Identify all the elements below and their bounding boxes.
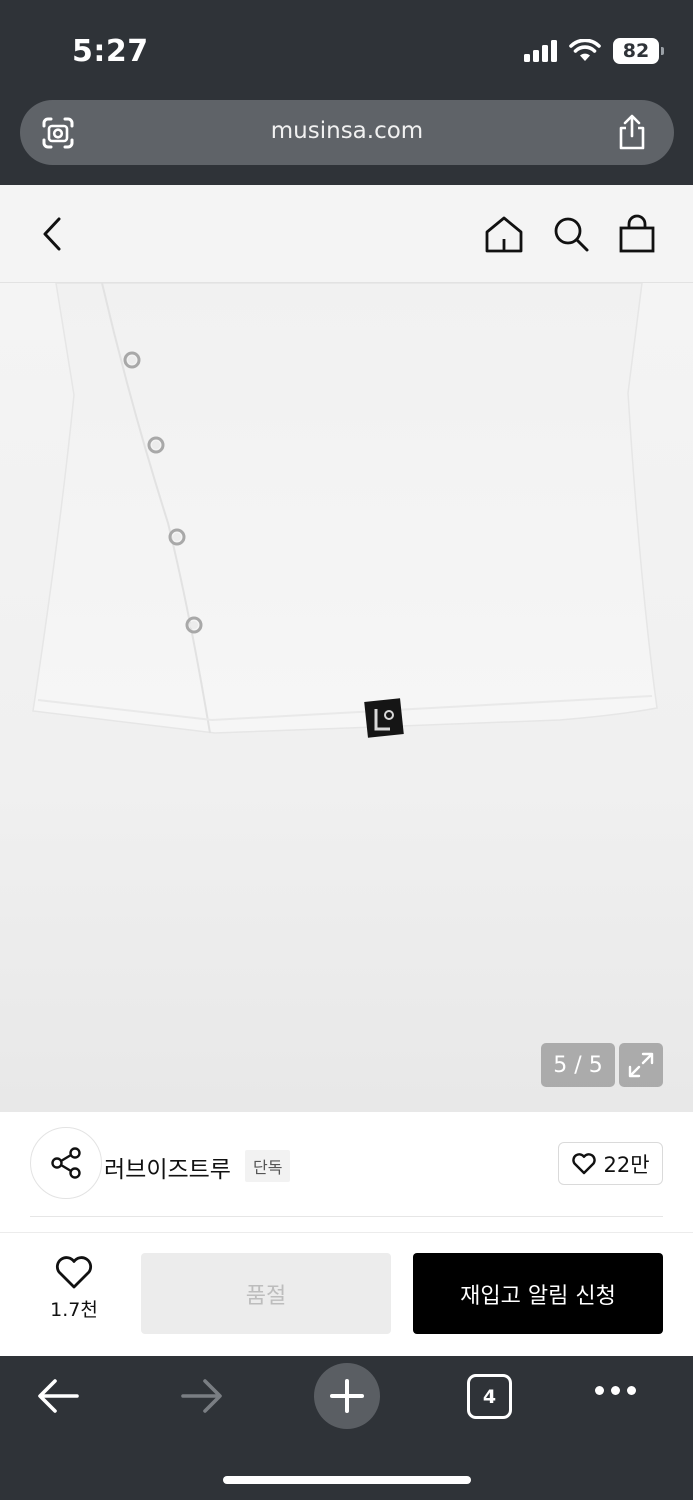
url-bar[interactable]: musinsa.com [20,100,674,165]
product-share-button[interactable] [30,1127,102,1199]
heart-icon [572,1152,597,1174]
browser-bottom-toolbar: 4 [0,1356,693,1500]
site-header [0,185,693,283]
brand-label-logo [364,698,404,738]
browser-forward-button[interactable] [172,1374,232,1418]
status-indicators: 82 [524,38,664,64]
arrow-left-icon [38,1379,79,1413]
arrow-right-icon [181,1379,222,1413]
home-icon[interactable] [483,213,525,255]
wishlist-count: 1.7천 [50,1299,98,1321]
wishlist-button[interactable]: 1.7천 [36,1255,112,1335]
product-photo-shirt [32,283,658,738]
sold-out-button: 품절 [141,1253,391,1334]
battery-level: 82 [622,40,650,62]
browser-back-button[interactable] [28,1374,88,1418]
image-counter: 5 / 5 [541,1043,615,1087]
tabs-button[interactable]: 4 [467,1374,512,1419]
plus-icon [330,1379,364,1413]
brand-like-button[interactable]: 22만 [558,1142,663,1185]
cellular-signal-icon [524,40,557,62]
brand-name-link[interactable]: 러브이즈트루 [104,1150,231,1184]
back-icon[interactable] [32,213,74,255]
search-icon[interactable] [550,213,592,255]
share-nodes-icon [51,1147,81,1179]
url-text: musinsa.com [270,118,424,144]
home-indicator [223,1476,471,1484]
share-icon[interactable] [614,113,650,151]
battery-indicator: 82 [613,38,664,64]
wifi-icon [569,39,601,61]
restock-alert-button[interactable]: 재입고 알림 신청 [413,1253,663,1334]
expand-icon [628,1052,654,1078]
brand-like-count: 22만 [603,1152,650,1177]
heart-icon [55,1256,93,1289]
expand-image-button[interactable] [619,1043,663,1087]
divider [30,1216,663,1217]
status-time: 5:27 [72,34,149,69]
brand-row: 러브이즈트루 단독 22만 [0,1112,693,1217]
browser-top-chrome: 5:27 82 musinsa.com [0,0,693,185]
more-options-icon[interactable] [595,1386,636,1395]
purchase-bar: 1.7천 품절 재입고 알림 신청 [0,1232,693,1356]
exclusive-badge: 단독 [245,1150,291,1182]
shopping-bag-icon[interactable] [616,213,658,255]
new-tab-button[interactable] [314,1363,380,1429]
product-image[interactable] [0,283,693,1112]
